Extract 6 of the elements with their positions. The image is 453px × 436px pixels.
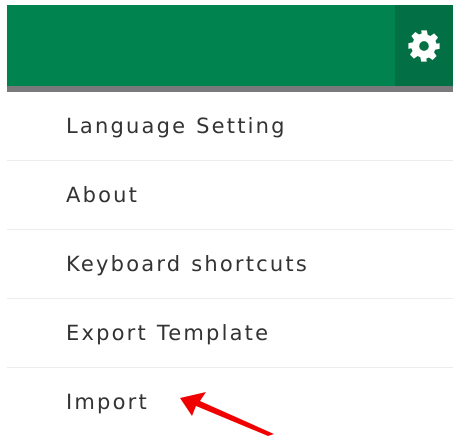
menu-item[interactable]: Export Template	[7, 299, 453, 368]
menu-item[interactable]: About	[7, 161, 453, 230]
menu-item[interactable]: Keyboard shortcuts	[7, 230, 453, 299]
menu-item[interactable]: Language Setting	[7, 92, 453, 161]
settings-button[interactable]	[395, 5, 453, 86]
settings-icon	[407, 28, 441, 62]
